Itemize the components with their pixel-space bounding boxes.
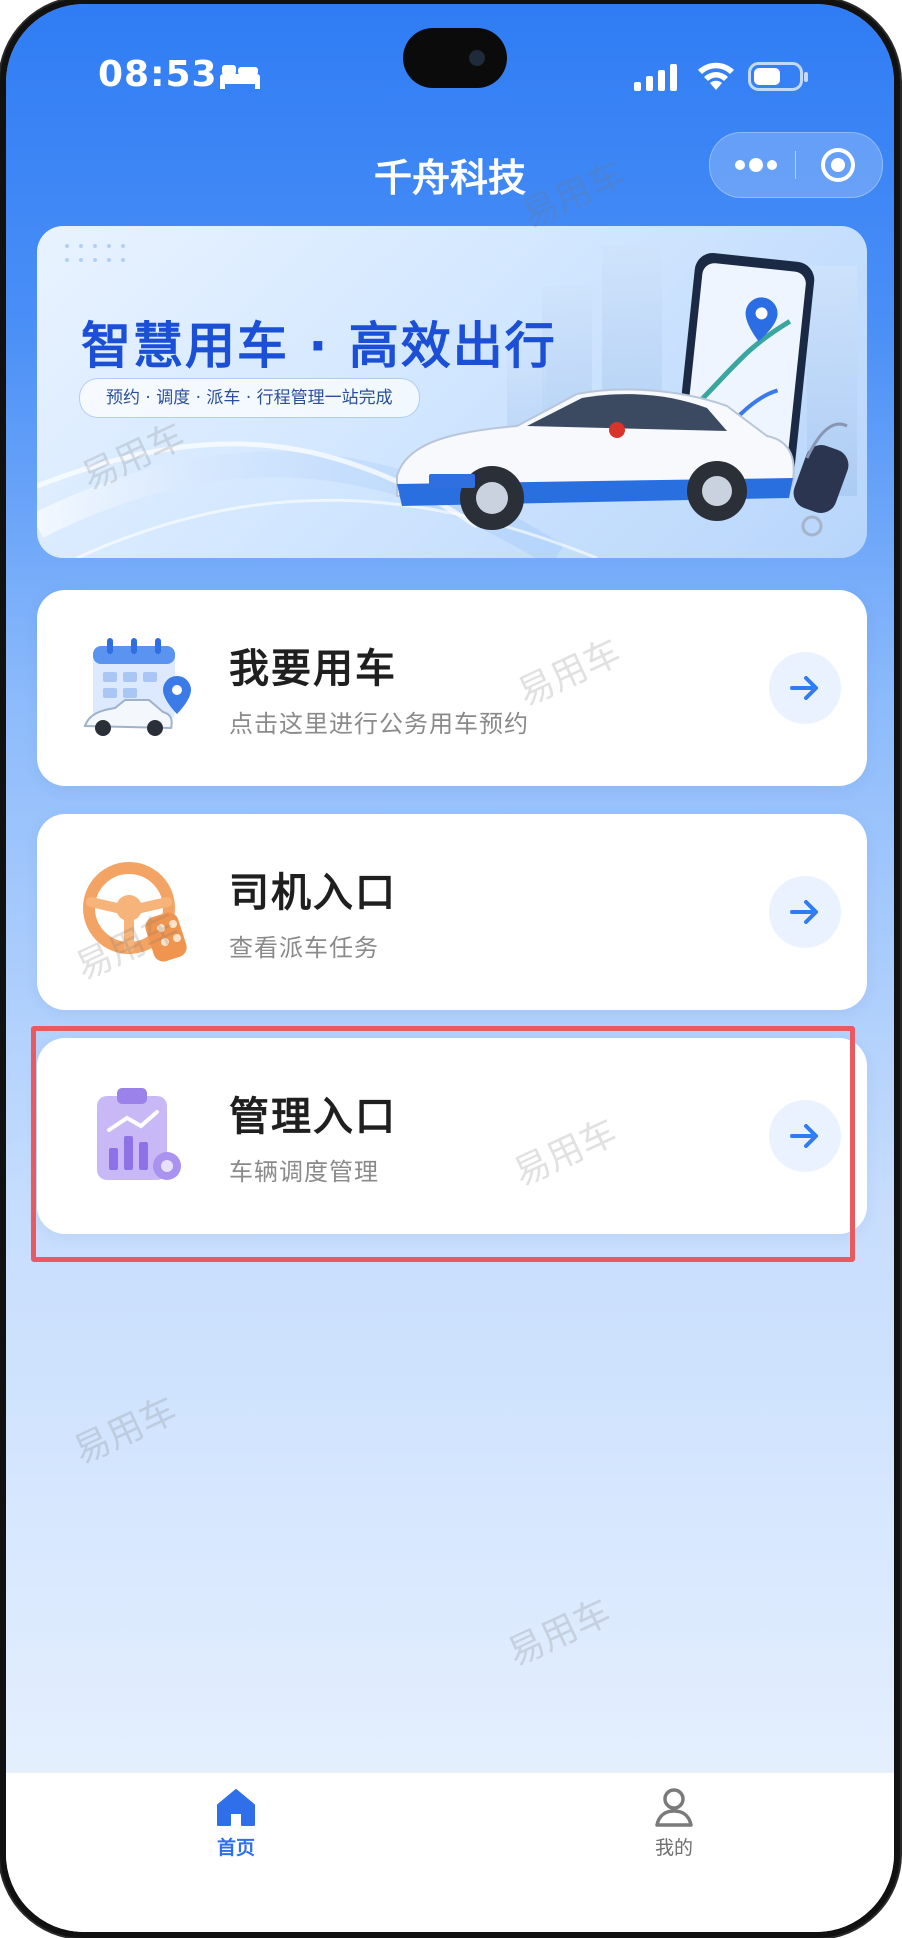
wifi-icon [698,62,734,90]
banner-subtitle: 预约 · 调度 · 派车 · 行程管理一站完成 [79,378,420,418]
arrow-right-icon [790,676,818,700]
highlight-box [31,1026,855,1262]
arrow-right-icon [790,900,818,924]
tab-bar: 首页 我的 [6,1772,894,1932]
cellular-signal-icon [634,64,677,91]
home-icon [217,1789,255,1826]
calendar-car-icon [83,638,191,736]
tab-mine[interactable]: 我的 [614,1785,734,1875]
status-time: 08:53 [98,54,218,95]
watermark: 易用车 [67,1389,184,1473]
sleep-bed-icon [220,65,260,89]
phone-screen: 08:53 千舟科技 智慧用车 · 高效出行 预约 · 调度 · 派车 · 行程… [6,4,894,1932]
banner-headline: 智慧用车 · 高效出行 [81,317,557,375]
tab-home-label: 首页 [216,1837,255,1859]
dynamic-island [403,28,507,88]
go-arrow-button[interactable] [769,652,841,724]
tab-home[interactable]: 首页 [176,1785,296,1875]
miniprogram-capsule [709,132,883,198]
card-description: 查看派车任务 [229,934,379,962]
battery-icon [748,62,808,91]
card-title: 司机入口 [229,870,397,916]
capsule-divider [795,151,796,179]
tab-mine-label: 我的 [654,1837,693,1859]
close-miniprogram-icon[interactable] [820,147,856,183]
promo-banner[interactable]: 智慧用车 · 高效出行 预约 · 调度 · 派车 · 行程管理一站完成 [37,226,867,558]
card-book-car[interactable]: 我要用车 点击这里进行公务用车预约 [37,590,867,786]
card-description: 点击这里进行公务用车预约 [229,710,529,738]
user-icon [655,1788,693,1827]
more-dots-icon[interactable] [732,153,780,177]
go-arrow-button[interactable] [769,876,841,948]
card-title: 我要用车 [229,646,397,692]
watermark: 易用车 [501,1591,618,1675]
